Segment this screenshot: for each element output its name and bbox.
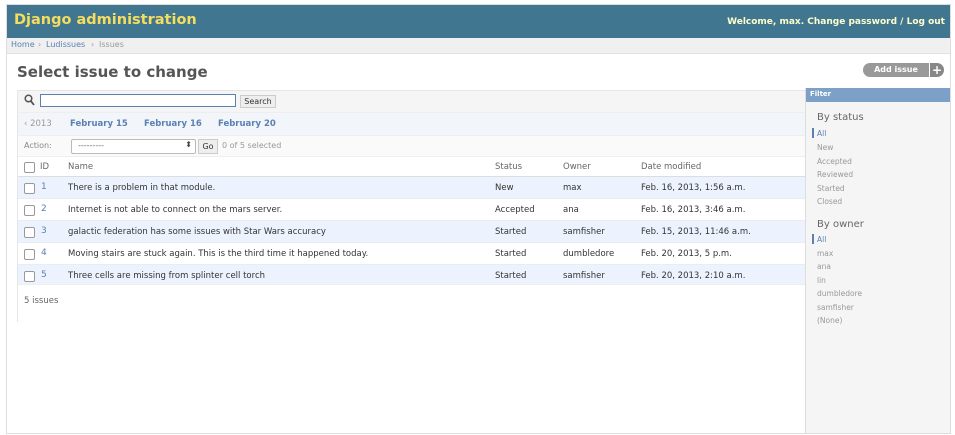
- filter-status-started[interactable]: Started: [817, 184, 845, 193]
- site-branding[interactable]: Django administration: [14, 12, 197, 28]
- admin-header: Django administration Welcome, max. Chan…: [7, 5, 950, 38]
- column-header-id[interactable]: ID: [40, 162, 49, 172]
- filter-owner-all[interactable]: All: [817, 235, 826, 244]
- breadcrumb: Home › Ludissues › Issues: [7, 38, 950, 54]
- row-checkbox[interactable]: [24, 183, 35, 194]
- row-date: Feb. 15, 2013, 11:46 a.m.: [641, 227, 751, 237]
- row-id-link[interactable]: 2: [41, 204, 47, 214]
- table-row: 2 Internet is not able to connect on the…: [18, 199, 806, 221]
- row-checkbox[interactable]: [24, 205, 35, 216]
- changelist: Search ‹ 2013 February 15 February 16 Fe…: [17, 90, 807, 322]
- row-status: Started: [495, 227, 527, 237]
- row-status: Started: [495, 271, 527, 281]
- selected-indicator: [812, 128, 814, 138]
- row-date: Feb. 20, 2013, 2:10 a.m.: [641, 271, 746, 281]
- row-checkbox[interactable]: [24, 271, 35, 282]
- row-id-link[interactable]: 4: [41, 248, 47, 258]
- select-all-checkbox[interactable]: [24, 162, 35, 173]
- row-name: Three cells are missing from splinter ce…: [68, 271, 266, 281]
- actions-bar: Action: --------- ⬍ Go 0 of 5 selected: [18, 136, 806, 157]
- row-name: Internet is not able to connect on the m…: [68, 205, 283, 215]
- filter-owner-samfisher[interactable]: samfisher: [817, 303, 854, 312]
- filter-owner-dumbledore[interactable]: dumbledore: [817, 289, 862, 298]
- filter-status-all[interactable]: All: [817, 129, 826, 138]
- row-name: Moving stairs are stuck again. This is t…: [68, 249, 369, 259]
- action-select-value: ---------: [78, 141, 104, 150]
- selection-counter: 0 of 5 selected: [222, 141, 282, 150]
- date-back-link[interactable]: ‹ 2013: [24, 119, 52, 129]
- table-row: 4 Moving stairs are stuck again. This is…: [18, 243, 806, 265]
- row-date: Feb. 16, 2013, 3:46 a.m.: [641, 205, 746, 215]
- search-toolbar: Search: [18, 91, 806, 113]
- breadcrumb-separator: ›: [91, 40, 95, 49]
- row-id-link[interactable]: 3: [41, 226, 47, 236]
- search-button[interactable]: Search: [240, 95, 276, 108]
- date-link[interactable]: February 15: [70, 119, 128, 129]
- row-name: galactic federation has some issues with…: [68, 227, 326, 237]
- row-owner: samfisher: [563, 271, 605, 281]
- row-owner: samfisher: [563, 227, 605, 237]
- breadcrumb-app[interactable]: Ludissues: [46, 40, 85, 49]
- filter-owner-lin[interactable]: lin: [817, 276, 826, 285]
- filter-status-new[interactable]: New: [817, 143, 833, 152]
- filter-sidebar: Filter By status All New Accepted Review…: [805, 88, 950, 433]
- browser-frame: Django administration Welcome, max. Chan…: [6, 4, 951, 434]
- row-owner: max: [563, 183, 582, 193]
- row-status: Accepted: [495, 205, 535, 215]
- row-status: New: [495, 183, 514, 193]
- filter-status-closed[interactable]: Closed: [817, 197, 842, 206]
- filter-title-bar: Filter: [806, 88, 950, 102]
- add-issue-button[interactable]: Add issue: [863, 63, 929, 77]
- date-link[interactable]: February 16: [144, 119, 202, 129]
- add-plus-icon[interactable]: +: [930, 63, 944, 77]
- results-header: ID Name Status Owner Date modified: [18, 157, 806, 177]
- breadcrumb-model: Issues: [99, 40, 124, 49]
- filter-status-reviewed[interactable]: Reviewed: [817, 170, 853, 179]
- table-row: 1 There is a problem in that module. New…: [18, 177, 806, 199]
- paginator: 5 issues: [18, 284, 806, 322]
- row-checkbox[interactable]: [24, 227, 35, 238]
- filter-status-accepted[interactable]: Accepted: [817, 157, 852, 166]
- row-owner: dumbledore: [563, 249, 615, 259]
- row-date: Feb. 16, 2013, 1:56 a.m.: [641, 183, 746, 193]
- go-button[interactable]: Go: [198, 139, 218, 154]
- filter-owner-none[interactable]: (None): [817, 316, 842, 325]
- filter-owner-max[interactable]: max: [817, 249, 833, 258]
- filter-owner-ana[interactable]: ana: [817, 262, 831, 271]
- row-date: Feb. 20, 2013, 5 p.m.: [641, 249, 732, 259]
- filter-heading-status: By status: [817, 112, 864, 123]
- table-row: 3 galactic federation has some issues wi…: [18, 221, 806, 243]
- column-header-owner[interactable]: Owner: [563, 162, 591, 172]
- select-arrows-icon: ⬍: [185, 140, 192, 149]
- column-header-name[interactable]: Name: [68, 162, 93, 172]
- row-name: There is a problem in that module.: [68, 183, 216, 193]
- selected-indicator: [812, 234, 814, 244]
- breadcrumb-home[interactable]: Home: [11, 40, 35, 49]
- result-count: 5 issues: [24, 296, 59, 306]
- user-tools[interactable]: Welcome, max. Change password / Log out: [727, 17, 945, 27]
- action-label: Action:: [24, 141, 52, 150]
- row-owner: ana: [563, 205, 579, 215]
- column-header-status[interactable]: Status: [495, 162, 522, 172]
- row-status: Started: [495, 249, 527, 259]
- row-id-link[interactable]: 1: [41, 182, 47, 192]
- search-input[interactable]: [40, 94, 236, 107]
- filter-heading-owner: By owner: [817, 219, 864, 230]
- search-icon: [24, 94, 35, 106]
- column-header-date[interactable]: Date modified: [641, 162, 701, 172]
- breadcrumb-separator: ›: [38, 40, 42, 49]
- date-link[interactable]: February 20: [218, 119, 276, 129]
- filter-title: Filter: [810, 90, 832, 98]
- date-hierarchy: ‹ 2013 February 15 February 16 February …: [18, 113, 806, 136]
- page-title: Select issue to change: [17, 63, 208, 81]
- row-id-link[interactable]: 5: [41, 270, 47, 280]
- row-checkbox[interactable]: [24, 249, 35, 260]
- action-select[interactable]: --------- ⬍: [71, 139, 196, 154]
